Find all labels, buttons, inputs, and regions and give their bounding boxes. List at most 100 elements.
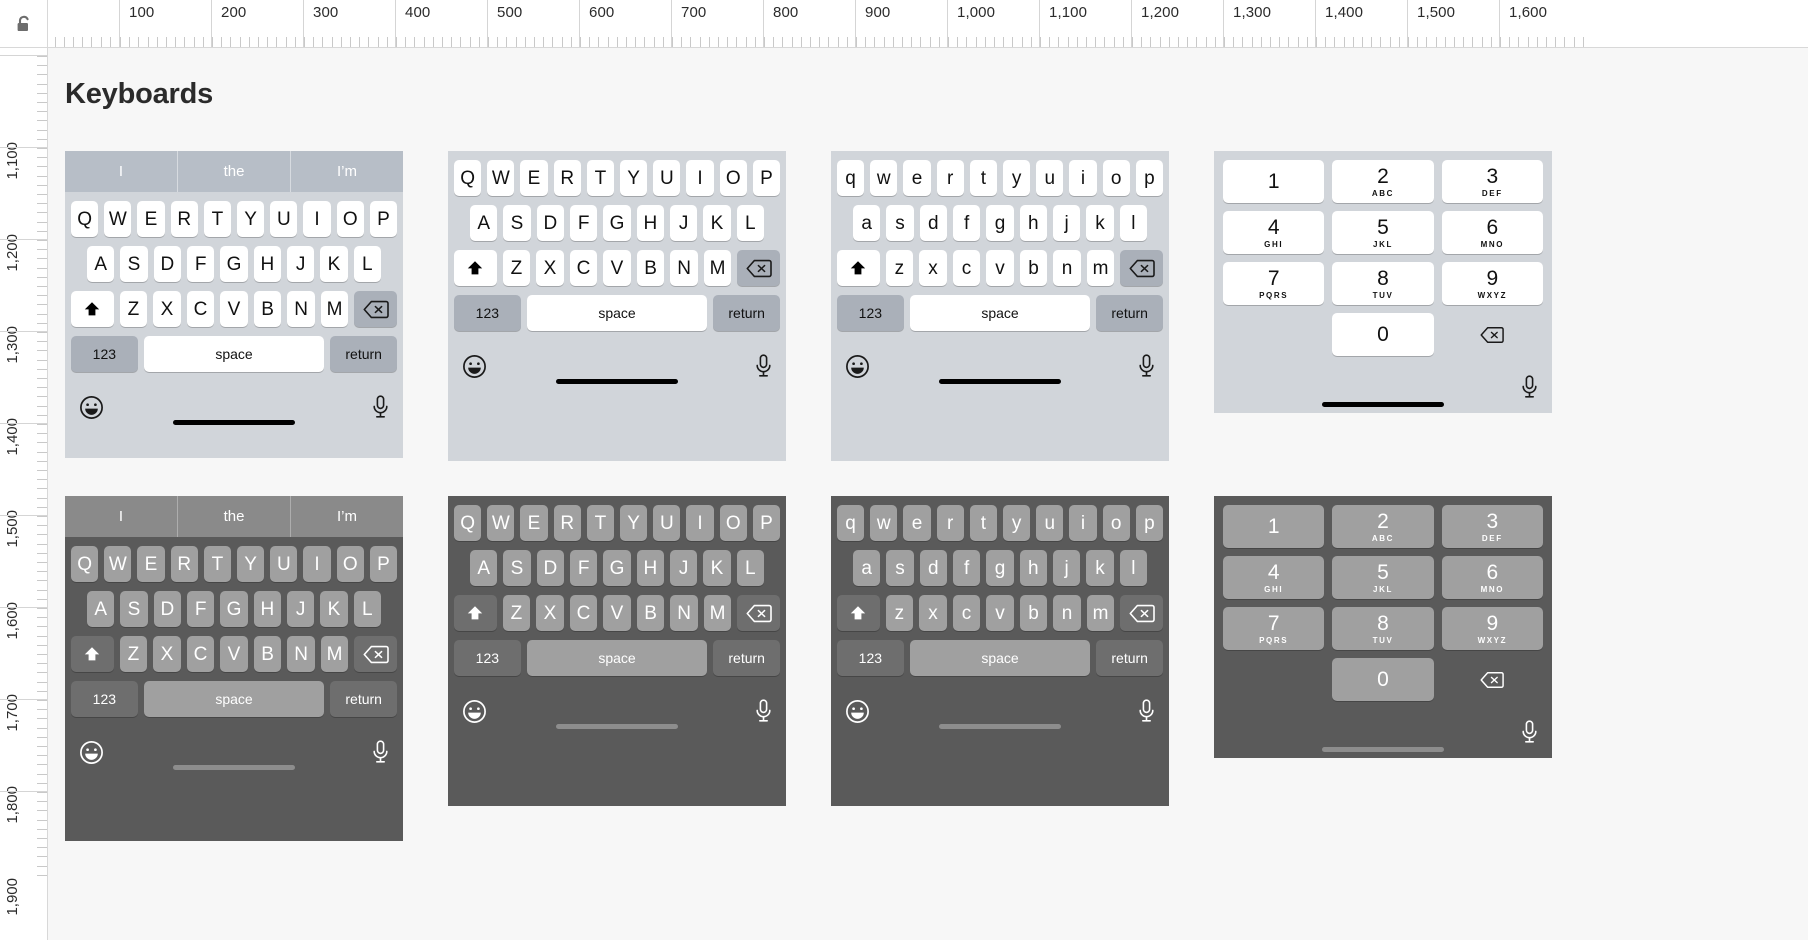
numpad-key-0[interactable]: 0 [1332, 313, 1434, 356]
key-O[interactable]: O [719, 160, 747, 196]
key-J[interactable]: J [286, 246, 315, 282]
key-T[interactable]: T [586, 505, 614, 541]
key-N[interactable]: N [287, 291, 315, 327]
key-z[interactable]: z [885, 250, 914, 286]
emoji-button[interactable] [845, 354, 870, 379]
key-q[interactable]: q [836, 505, 865, 541]
prediction-suggestion[interactable]: the [177, 496, 290, 537]
key-Z[interactable]: Z [502, 250, 531, 286]
numpad-key-2[interactable]: 2 ABC [1332, 160, 1434, 203]
emoji-icon[interactable] [462, 354, 487, 379]
space-key[interactable]: space [143, 336, 325, 372]
key-r[interactable]: r [936, 505, 964, 541]
space-key[interactable]: space [909, 295, 1091, 331]
key-J[interactable]: J [669, 205, 698, 241]
key-I[interactable]: I [686, 505, 714, 541]
numpad-key-8[interactable]: 8 TUV [1332, 262, 1434, 305]
key-K[interactable]: K [703, 550, 731, 586]
delete-key[interactable] [737, 595, 781, 631]
return-key[interactable]: return [1096, 295, 1163, 331]
dictation-button[interactable] [1521, 375, 1538, 400]
key-P[interactable]: P [369, 546, 398, 582]
key-b[interactable]: b [1019, 595, 1048, 631]
space-key[interactable]: space [526, 295, 708, 331]
key-t[interactable]: t [969, 505, 997, 541]
key-a[interactable]: a [853, 205, 881, 241]
dictation-button[interactable] [1521, 720, 1538, 745]
key-w[interactable]: w [870, 505, 898, 541]
key-b[interactable]: b [1019, 250, 1048, 286]
microphone-icon[interactable] [372, 739, 389, 765]
key-C[interactable]: C [569, 595, 598, 631]
key-U[interactable]: U [653, 505, 681, 541]
space-key[interactable]: space [909, 640, 1091, 676]
key-M[interactable]: M [703, 595, 732, 631]
key-G[interactable]: G [603, 550, 631, 586]
key-K[interactable]: K [703, 205, 731, 241]
return-key[interactable]: return [1096, 640, 1163, 676]
key-F[interactable]: F [187, 591, 215, 627]
key-A[interactable]: A [470, 205, 498, 241]
key-q[interactable]: q [836, 160, 865, 196]
key-Q[interactable]: Q [70, 546, 99, 582]
key-X[interactable]: X [536, 595, 564, 631]
delete-key[interactable] [1120, 250, 1164, 286]
key-W[interactable]: W [104, 546, 132, 582]
numpad-key-6[interactable]: 6 MNO [1441, 556, 1543, 599]
numbers-key[interactable]: 123 [454, 640, 521, 676]
key-H[interactable]: H [253, 246, 281, 282]
return-key[interactable]: return [713, 640, 780, 676]
key-I[interactable]: I [686, 160, 714, 196]
key-R[interactable]: R [553, 505, 581, 541]
numpad-key-3[interactable]: 3 DEF [1441, 505, 1543, 548]
numpad-key-7[interactable]: 7 PQRS [1223, 607, 1325, 650]
key-R[interactable]: R [170, 201, 198, 237]
shift-key[interactable] [70, 291, 114, 327]
key-j[interactable]: j [1052, 550, 1081, 586]
key-X[interactable]: X [153, 291, 181, 327]
key-W[interactable]: W [104, 201, 132, 237]
delete-key[interactable] [354, 636, 398, 672]
key-V[interactable]: V [603, 595, 631, 631]
numpad-key-9[interactable]: 9 WXYZ [1441, 607, 1543, 650]
key-x[interactable]: x [919, 250, 947, 286]
key-c[interactable]: c [952, 250, 981, 286]
key-J[interactable]: J [286, 591, 315, 627]
delete-key[interactable] [1120, 595, 1164, 631]
key-R[interactable]: R [170, 546, 198, 582]
key-l[interactable]: l [1119, 205, 1147, 241]
key-G[interactable]: G [220, 246, 248, 282]
key-V[interactable]: V [220, 636, 248, 672]
artboard-qwerty-lower-light[interactable]: q w e r t y u i o p a s d f g h j k l z x c v b n m 123 space return [831, 151, 1169, 461]
key-E[interactable]: E [520, 505, 548, 541]
key-y[interactable]: y [1003, 160, 1031, 196]
artboard-qwerty-lower-dark[interactable]: q w e r t y u i o p a s d f g h j k l z x c v b n m 123 space return [831, 496, 1169, 806]
key-O[interactable]: O [336, 546, 364, 582]
key-C[interactable]: C [186, 291, 215, 327]
key-H[interactable]: H [636, 550, 664, 586]
key-S[interactable]: S [503, 205, 531, 241]
key-e[interactable]: e [903, 505, 931, 541]
artboard-qwerty-predictive-light[interactable]: Ithe I’m Q W E R T Y U I O P A S D F G H J K L Z X C V B N M 123 spac… [65, 151, 403, 458]
emoji-icon[interactable] [845, 354, 870, 379]
key-Q[interactable]: Q [70, 201, 99, 237]
key-r[interactable]: r [936, 160, 964, 196]
key-n[interactable]: n [1053, 250, 1081, 286]
key-U[interactable]: U [270, 546, 298, 582]
key-G[interactable]: G [220, 591, 248, 627]
key-D[interactable]: D [536, 550, 564, 586]
dictation-button[interactable] [1138, 353, 1155, 379]
numpad-key-9[interactable]: 9 WXYZ [1441, 262, 1543, 305]
key-y[interactable]: y [1003, 505, 1031, 541]
numpad-key-6[interactable]: 6 MNO [1441, 211, 1543, 254]
numpad-key-3[interactable]: 3 DEF [1441, 160, 1543, 203]
numbers-key[interactable]: 123 [837, 640, 904, 676]
key-T[interactable]: T [203, 201, 231, 237]
artboard-numpad-light[interactable]: 1 2 ABC 3 DEF 4 GHI 5 JKL 6 MNO 7 PQRS 8 TUV 9 WXYZ 0 [1214, 151, 1552, 413]
key-f[interactable]: f [953, 550, 981, 586]
key-t[interactable]: t [969, 160, 997, 196]
key-N[interactable]: N [670, 595, 698, 631]
key-G[interactable]: G [603, 205, 631, 241]
key-H[interactable]: H [253, 591, 281, 627]
key-U[interactable]: U [270, 201, 298, 237]
